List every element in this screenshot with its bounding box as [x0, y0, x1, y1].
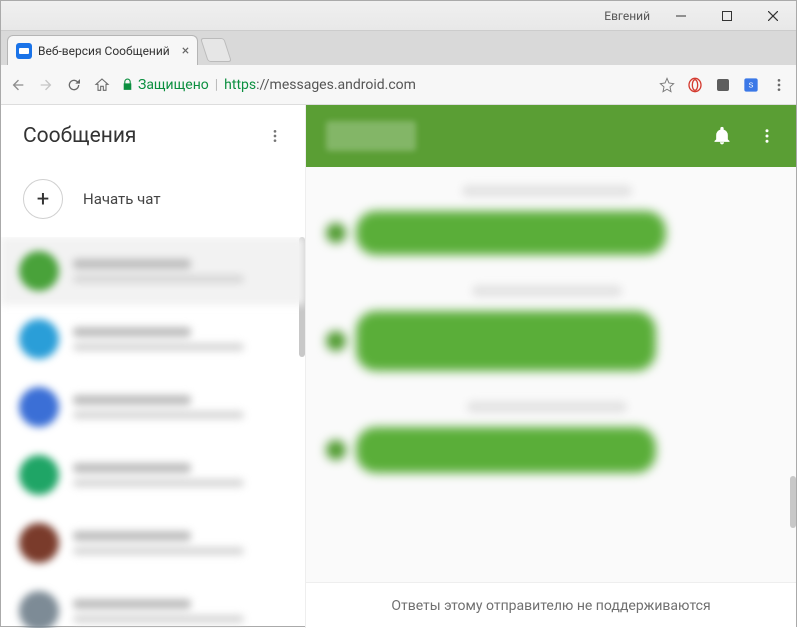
message-avatar: [326, 223, 346, 243]
dots-vertical-icon: [267, 128, 283, 144]
address-bar[interactable]: Защищено | https://messages.android.com: [121, 77, 648, 93]
bookmark-star-button[interactable]: [658, 76, 676, 94]
conversation-preview: [73, 395, 287, 419]
url-scheme: https: [224, 77, 256, 93]
message-bubble: [356, 211, 666, 255]
avatar: [19, 387, 59, 427]
sidebar: Сообщения + Начать чат: [1, 105, 306, 628]
plus-icon: +: [23, 179, 63, 219]
nav-reload-button[interactable]: [65, 76, 83, 94]
conversation-preview: [73, 531, 287, 555]
message-avatar: [326, 331, 346, 351]
minimize-icon: [676, 11, 686, 21]
browser-tabstrip: Веб-версия Сообщений ×: [1, 31, 796, 65]
new-tab-button[interactable]: [200, 38, 232, 62]
conversation-preview: [73, 599, 287, 623]
conversation-item[interactable]: [1, 373, 305, 441]
conversation-pane: Ответы этому отправителю не поддерживают…: [306, 105, 796, 628]
arrow-right-icon: [38, 77, 54, 93]
window-titlebar: Евгений: [1, 1, 796, 31]
message-row: [326, 311, 768, 371]
secure-indicator: Защищено: [121, 77, 209, 93]
secure-label: Защищено: [138, 77, 209, 93]
maximize-icon: [722, 11, 732, 21]
conversation-list[interactable]: [1, 237, 305, 628]
avatar: [19, 591, 59, 628]
message-bubble: [356, 427, 656, 473]
svg-text:S: S: [749, 80, 754, 89]
extension-opera-icon[interactable]: [686, 76, 704, 94]
message-list[interactable]: [306, 167, 796, 582]
tab-favicon-messages-icon: [16, 43, 32, 59]
tab-title: Веб-версия Сообщений: [38, 44, 170, 58]
new-chat-label: Начать чат: [83, 190, 161, 208]
browser-toolbar: Защищено | https://messages.android.com …: [1, 65, 796, 105]
arrow-left-icon: [10, 77, 26, 93]
tab-close-button[interactable]: ×: [182, 44, 189, 58]
window-close-button[interactable]: [750, 1, 796, 31]
home-icon: [94, 77, 110, 93]
conversation-item[interactable]: [1, 509, 305, 577]
translate-icon: S: [743, 77, 759, 93]
sidebar-header: Сообщения: [1, 105, 305, 167]
reload-icon: [66, 77, 82, 93]
url-rest: ://messages.android.com: [256, 77, 416, 93]
conversation-preview: [73, 463, 287, 487]
conversation-preview: [73, 327, 287, 351]
close-icon: [768, 11, 778, 21]
message-avatar: [326, 440, 346, 460]
nav-home-button[interactable]: [93, 76, 111, 94]
message-row: [326, 211, 768, 255]
notifications-button[interactable]: [712, 126, 732, 146]
conversation-item[interactable]: [1, 237, 305, 305]
messages-app: Сообщения + Начать чат: [1, 105, 796, 628]
browser-tab[interactable]: Веб-версия Сообщений ×: [7, 35, 198, 65]
conversation-header: [306, 105, 796, 167]
bell-icon: [712, 126, 732, 146]
lock-icon: [121, 78, 134, 91]
main-scrollbar-thumb[interactable]: [790, 476, 796, 528]
reply-unsupported-text: Ответы этому отправителю не поддерживают…: [391, 598, 710, 614]
day-divider: [467, 401, 627, 413]
window-user-label: Евгений: [604, 9, 650, 23]
avatar: [19, 251, 59, 291]
day-divider: [472, 285, 622, 297]
conversation-item[interactable]: [1, 305, 305, 373]
nav-forward-button[interactable]: [37, 76, 55, 94]
avatar: [19, 319, 59, 359]
day-divider: [462, 185, 632, 197]
sidebar-title: Сообщения: [23, 124, 136, 148]
dots-vertical-icon: [771, 77, 787, 93]
window-maximize-button[interactable]: [704, 1, 750, 31]
reply-unsupported-note: Ответы этому отправителю не поддерживают…: [306, 582, 796, 628]
conversation-contact-name: [326, 121, 416, 151]
puzzle-icon: [715, 77, 731, 93]
conversation-item[interactable]: [1, 577, 305, 628]
opera-icon: [687, 77, 703, 93]
window-minimize-button[interactable]: [658, 1, 704, 31]
message-row: [326, 427, 768, 473]
conversation-item[interactable]: [1, 441, 305, 509]
extension-generic-icon[interactable]: [714, 76, 732, 94]
conversation-menu-button[interactable]: [758, 127, 776, 145]
nav-back-button[interactable]: [9, 76, 27, 94]
avatar: [19, 523, 59, 563]
new-chat-button[interactable]: + Начать чат: [1, 167, 305, 237]
sidebar-menu-button[interactable]: [267, 128, 283, 144]
message-bubble: [356, 311, 656, 371]
dots-vertical-icon: [758, 127, 776, 145]
browser-menu-button[interactable]: [770, 76, 788, 94]
conversation-preview: [73, 259, 287, 283]
address-separator: |: [215, 77, 218, 93]
star-icon: [659, 77, 675, 93]
avatar: [19, 455, 59, 495]
extension-translate-icon[interactable]: S: [742, 76, 760, 94]
